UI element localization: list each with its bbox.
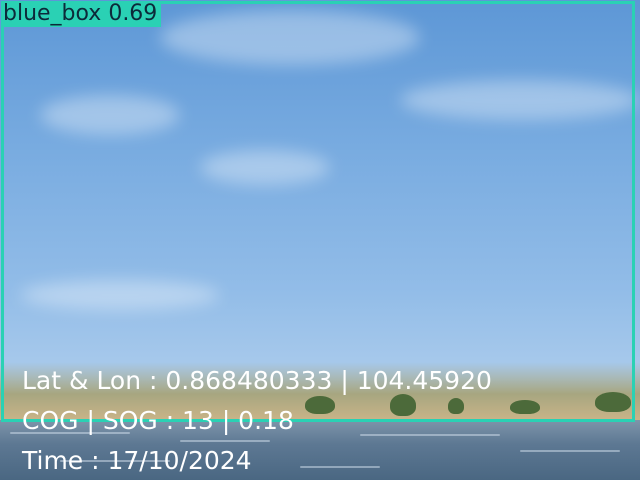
telemetry-lat-lon: Lat & Lon : 0.868480333 | 104.45920 <box>22 366 492 395</box>
wave <box>300 466 380 468</box>
detection-label: blue_box 0.69 <box>1 1 162 27</box>
camera-frame: blue_box 0.69 Lat & Lon : 0.868480333 | … <box>0 0 640 480</box>
detection-bounding-box <box>1 1 635 422</box>
wave <box>520 450 620 452</box>
wave <box>360 434 500 436</box>
telemetry-time: Time : 17/10/2024 <box>22 446 252 475</box>
wave <box>180 440 270 442</box>
telemetry-cog-sog: COG | SOG : 13 | 0.18 <box>22 406 294 435</box>
